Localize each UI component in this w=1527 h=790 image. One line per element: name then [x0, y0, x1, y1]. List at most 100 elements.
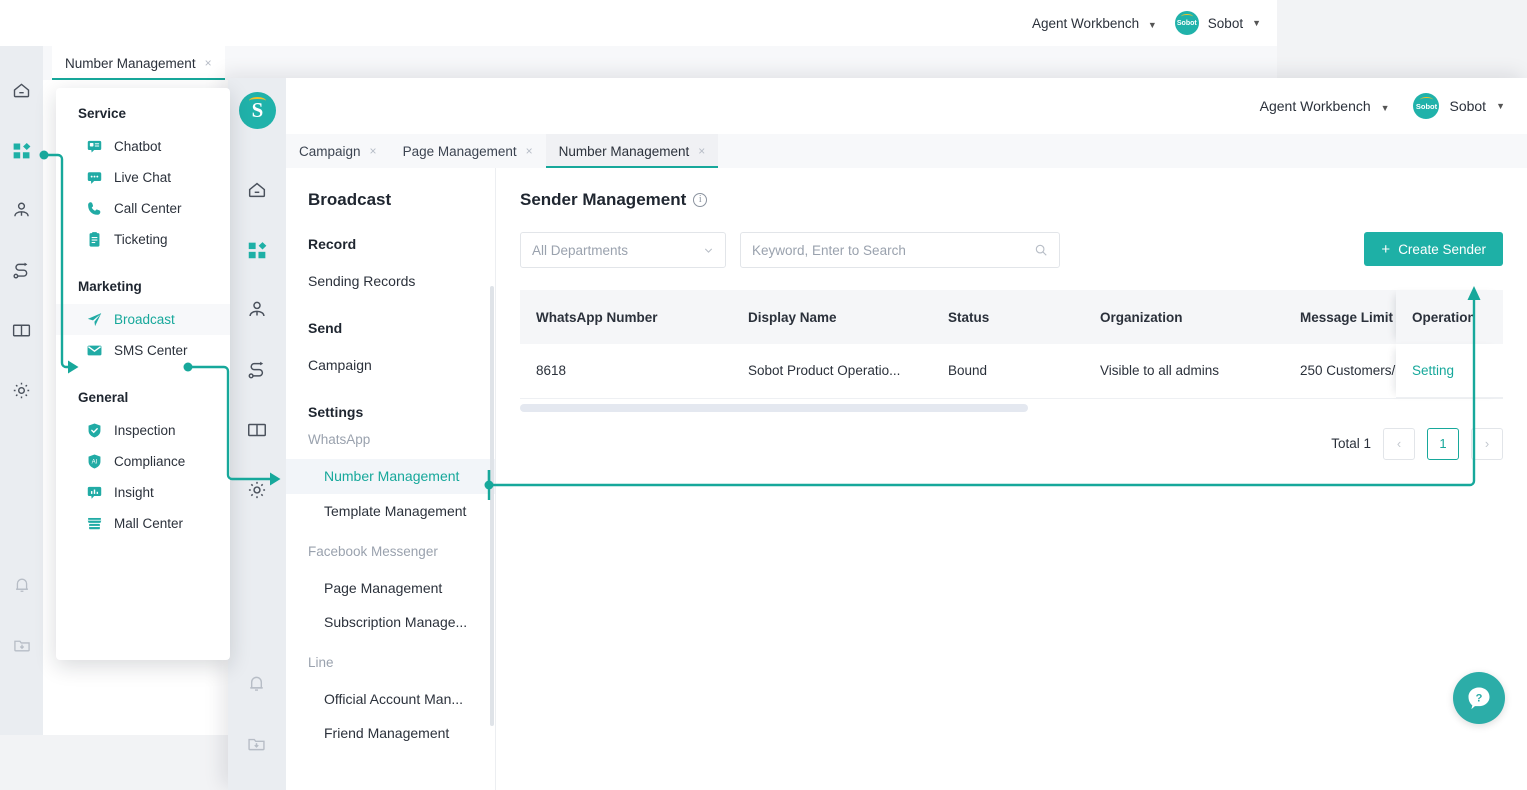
filter-row: All Departments + Create Sender	[520, 232, 1503, 268]
help-button[interactable]: ?	[1453, 672, 1505, 724]
info-circle-icon[interactable]: i	[693, 193, 708, 207]
search-input[interactable]	[752, 242, 1022, 258]
tab-label: Page Management	[402, 143, 517, 159]
column-header-status[interactable]: Status	[932, 290, 1084, 344]
home-icon[interactable]	[235, 160, 278, 220]
knowledge-book-icon[interactable]	[0, 300, 43, 360]
close-icon[interactable]: ×	[526, 145, 533, 157]
user-menu[interactable]: Sobot Sobot ▼	[1413, 93, 1505, 119]
cell-display-name: Sobot Product Operatio...	[732, 344, 932, 399]
flyout-item-compliance[interactable]: AI Compliance	[56, 446, 230, 477]
flyout-item-live-chat[interactable]: Live Chat	[56, 162, 230, 193]
subnav-heading-facebook-messenger: Facebook Messenger	[308, 543, 438, 559]
setting-link[interactable]: Setting	[1412, 363, 1454, 378]
subnav-spacer	[286, 382, 495, 404]
subnav-scrollbar[interactable]	[490, 286, 494, 726]
column-header-whatsapp-number[interactable]: WhatsApp Number	[520, 290, 732, 344]
customer-icon[interactable]	[0, 180, 43, 240]
cell-whatsapp-number: 8618	[520, 344, 732, 399]
flyout-item-mall-center[interactable]: Mall Center	[56, 508, 230, 539]
apps-grid-icon[interactable]	[235, 220, 278, 280]
app-launcher-flyout-menu: Service Chatbot Live Chat Call Center Ti…	[56, 88, 230, 660]
flyout-item-call-center[interactable]: Call Center	[56, 193, 230, 224]
flyout-item-label: Compliance	[114, 454, 186, 469]
bell-icon[interactable]	[235, 653, 278, 713]
column-header-display-name[interactable]: Display Name	[732, 290, 932, 344]
foreground-topbar: Agent Workbench ▼ Sobot Sobot ▼	[228, 78, 1527, 134]
apps-grid-icon[interactable]	[0, 120, 43, 180]
flyout-item-label: Broadcast	[114, 312, 175, 327]
close-icon[interactable]: ×	[205, 56, 212, 70]
subnav-item-sending-records[interactable]: Sending Records	[286, 264, 495, 298]
phone-icon	[86, 200, 103, 217]
chevron-down-icon	[704, 248, 713, 253]
subnav-item-page-management[interactable]: Page Management	[286, 571, 495, 605]
flyout-item-sms-center[interactable]: SMS Center	[56, 335, 230, 366]
tab-number-management[interactable]: Number Management ×	[545, 134, 719, 168]
column-header-organization[interactable]: Organization	[1084, 290, 1284, 344]
sender-table: WhatsApp Number Display Name Status Orga…	[520, 290, 1503, 399]
gear-icon[interactable]	[235, 460, 278, 520]
envelope-icon	[86, 342, 103, 359]
avatar-label: Sobot	[1176, 19, 1197, 27]
download-folder-icon[interactable]	[0, 615, 43, 675]
subnav-item-subscription-management[interactable]: Subscription Manage...	[286, 605, 495, 639]
background-agent-workbench-menu[interactable]: Agent Workbench ▼	[1032, 16, 1157, 31]
svg-text:?: ?	[1476, 693, 1483, 705]
agent-workbench-menu[interactable]: Agent Workbench ▼	[1260, 98, 1390, 114]
tab-campaign[interactable]: Campaign ×	[286, 134, 390, 168]
chevron-down-icon: ▼	[1380, 103, 1390, 113]
flyout-item-label: Inspection	[114, 423, 176, 438]
flyout-item-label: Ticketing	[114, 232, 168, 247]
column-header-message-limit-label: Message Limit	[1300, 309, 1394, 325]
flyout-group-title-service: Service	[78, 106, 127, 121]
home-icon[interactable]	[0, 60, 43, 120]
subnav-heading-settings: Settings	[308, 404, 364, 421]
avatar: Sobot	[1413, 93, 1440, 119]
table-horizontal-scrollbar[interactable]	[520, 403, 1028, 412]
flyout-item-label: SMS Center	[114, 343, 188, 358]
flyout-item-broadcast[interactable]: Broadcast	[56, 304, 230, 335]
live-chat-icon	[86, 169, 103, 186]
flyout-item-label: Call Center	[114, 201, 182, 216]
flyout-item-insight[interactable]: Insight	[56, 477, 230, 508]
flyout-item-label: Live Chat	[114, 170, 172, 185]
department-select[interactable]: All Departments	[520, 232, 726, 268]
subnav-item-campaign[interactable]: Campaign	[286, 348, 495, 382]
create-sender-button[interactable]: + Create Sender	[1364, 232, 1503, 266]
search-box[interactable]	[740, 232, 1060, 268]
customer-icon[interactable]	[235, 280, 278, 340]
workflow-icon[interactable]	[0, 240, 43, 300]
tab-page-management[interactable]: Page Management ×	[390, 134, 546, 168]
download-folder-icon[interactable]	[235, 713, 278, 773]
column-header-operation[interactable]: Operation	[1396, 290, 1503, 344]
close-icon[interactable]: ×	[698, 145, 705, 157]
bell-icon[interactable]	[0, 555, 43, 615]
background-user-menu[interactable]: Sobot Sobot ▼	[1174, 11, 1261, 35]
knowledge-book-icon[interactable]	[235, 400, 278, 460]
subnav-spacer	[286, 298, 495, 320]
pagination-prev-button[interactable]: ‹	[1383, 427, 1415, 460]
workflow-icon[interactable]	[235, 340, 278, 400]
sobot-logo-foreground[interactable]: S	[239, 92, 276, 129]
subnav-item-friend-management[interactable]: Friend Management	[286, 716, 495, 750]
background-tab-number-management[interactable]: Number Management ×	[52, 46, 225, 80]
flyout-item-chatbot[interactable]: Chatbot	[56, 131, 230, 162]
table-row[interactable]: 8618 Sobot Product Operatio... Bound Vis…	[520, 344, 1503, 399]
help-question-icon: ?	[1468, 687, 1490, 710]
gear-icon[interactable]	[0, 360, 43, 420]
subnav-item-template-management[interactable]: Template Management	[286, 494, 495, 528]
background-user-name: Sobot	[1207, 15, 1244, 31]
ai-badge-icon: AI	[86, 453, 103, 470]
pagination-next-button[interactable]: ›	[1471, 427, 1503, 460]
user-name: Sobot	[1449, 98, 1487, 114]
subnav-item-number-management[interactable]: Number Management	[286, 459, 495, 494]
broadcast-subnav: Broadcast Record Sending Records Send Ca…	[286, 168, 496, 790]
flyout-item-inspection[interactable]: Inspection	[56, 415, 230, 446]
pagination-page-1[interactable]: 1	[1427, 427, 1459, 460]
close-icon[interactable]: ×	[370, 145, 377, 157]
subnav-item-official-account-management[interactable]: Official Account Man...	[286, 682, 495, 716]
flyout-item-ticketing[interactable]: Ticketing	[56, 224, 230, 255]
pagination-total: Total 1	[1331, 436, 1371, 451]
background-topbar: Agent Workbench ▼ Sobot Sobot ▼	[0, 0, 1277, 46]
